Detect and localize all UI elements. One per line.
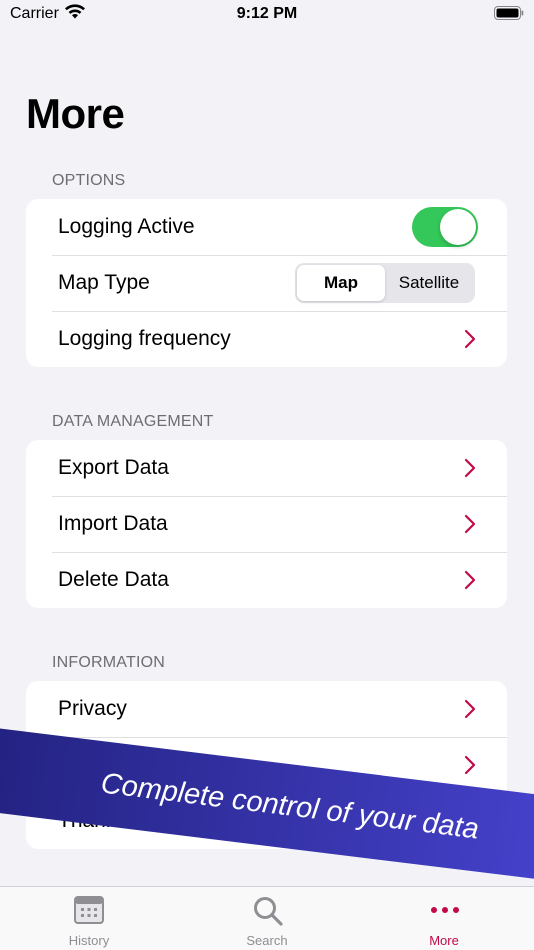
section-header-data-management: DATA MANAGEMENT xyxy=(52,413,214,430)
chevron-right-icon xyxy=(464,755,476,775)
options-group: Logging Active Map Type Map Satellite Lo… xyxy=(26,199,507,367)
toggle-knob xyxy=(440,209,476,245)
chevron-right-icon xyxy=(464,458,476,478)
logging-active-row: Logging Active xyxy=(26,199,507,255)
export-data-row[interactable]: Export Data xyxy=(26,440,507,496)
import-data-row[interactable]: Import Data xyxy=(26,496,507,552)
row-label: Map Type xyxy=(58,271,150,294)
segment-map[interactable]: Map xyxy=(297,265,385,301)
segment-satellite[interactable]: Satellite xyxy=(385,265,473,301)
map-type-segmented-control: Map Satellite xyxy=(295,263,475,303)
tab-label: History xyxy=(68,933,110,948)
status-bar: Carrier 9:12 PM xyxy=(0,0,534,30)
status-time: 9:12 PM xyxy=(236,5,298,22)
tab-more[interactable]: More xyxy=(374,887,514,950)
row-label: Delete Data xyxy=(58,568,169,591)
chevron-right-icon xyxy=(464,329,476,349)
data-management-group: Export Data Import Data Delete Data xyxy=(26,440,507,608)
delete-data-row[interactable]: Delete Data xyxy=(26,552,507,608)
section-header-information: INFORMATION xyxy=(52,654,166,671)
chevron-right-icon xyxy=(464,699,476,719)
tab-history[interactable]: History xyxy=(19,887,159,950)
chevron-right-icon xyxy=(464,514,476,534)
privacy-row[interactable]: Privacy xyxy=(26,681,507,737)
row-label: Privacy xyxy=(58,697,127,720)
tab-label: Search xyxy=(246,933,288,948)
logging-frequency-row[interactable]: Logging frequency xyxy=(26,311,507,367)
search-icon xyxy=(254,897,283,926)
chevron-right-icon xyxy=(464,570,476,590)
battery-icon xyxy=(494,6,524,20)
calendar-icon xyxy=(74,896,104,924)
tab-search[interactable]: Search xyxy=(197,887,337,950)
map-type-row: Map Type Map Satellite xyxy=(26,255,507,311)
section-header-options: OPTIONS xyxy=(52,172,126,189)
row-label: Import Data xyxy=(58,512,168,535)
more-dots-icon xyxy=(431,907,459,913)
tab-label: More xyxy=(429,933,459,948)
row-label: Logging Active xyxy=(58,215,195,238)
tab-bar: History Search More xyxy=(0,886,534,950)
logging-active-toggle[interactable] xyxy=(412,207,478,247)
row-label: Logging frequency xyxy=(58,327,231,350)
row-label: Export Data xyxy=(58,456,169,479)
page-title: More xyxy=(26,90,125,137)
